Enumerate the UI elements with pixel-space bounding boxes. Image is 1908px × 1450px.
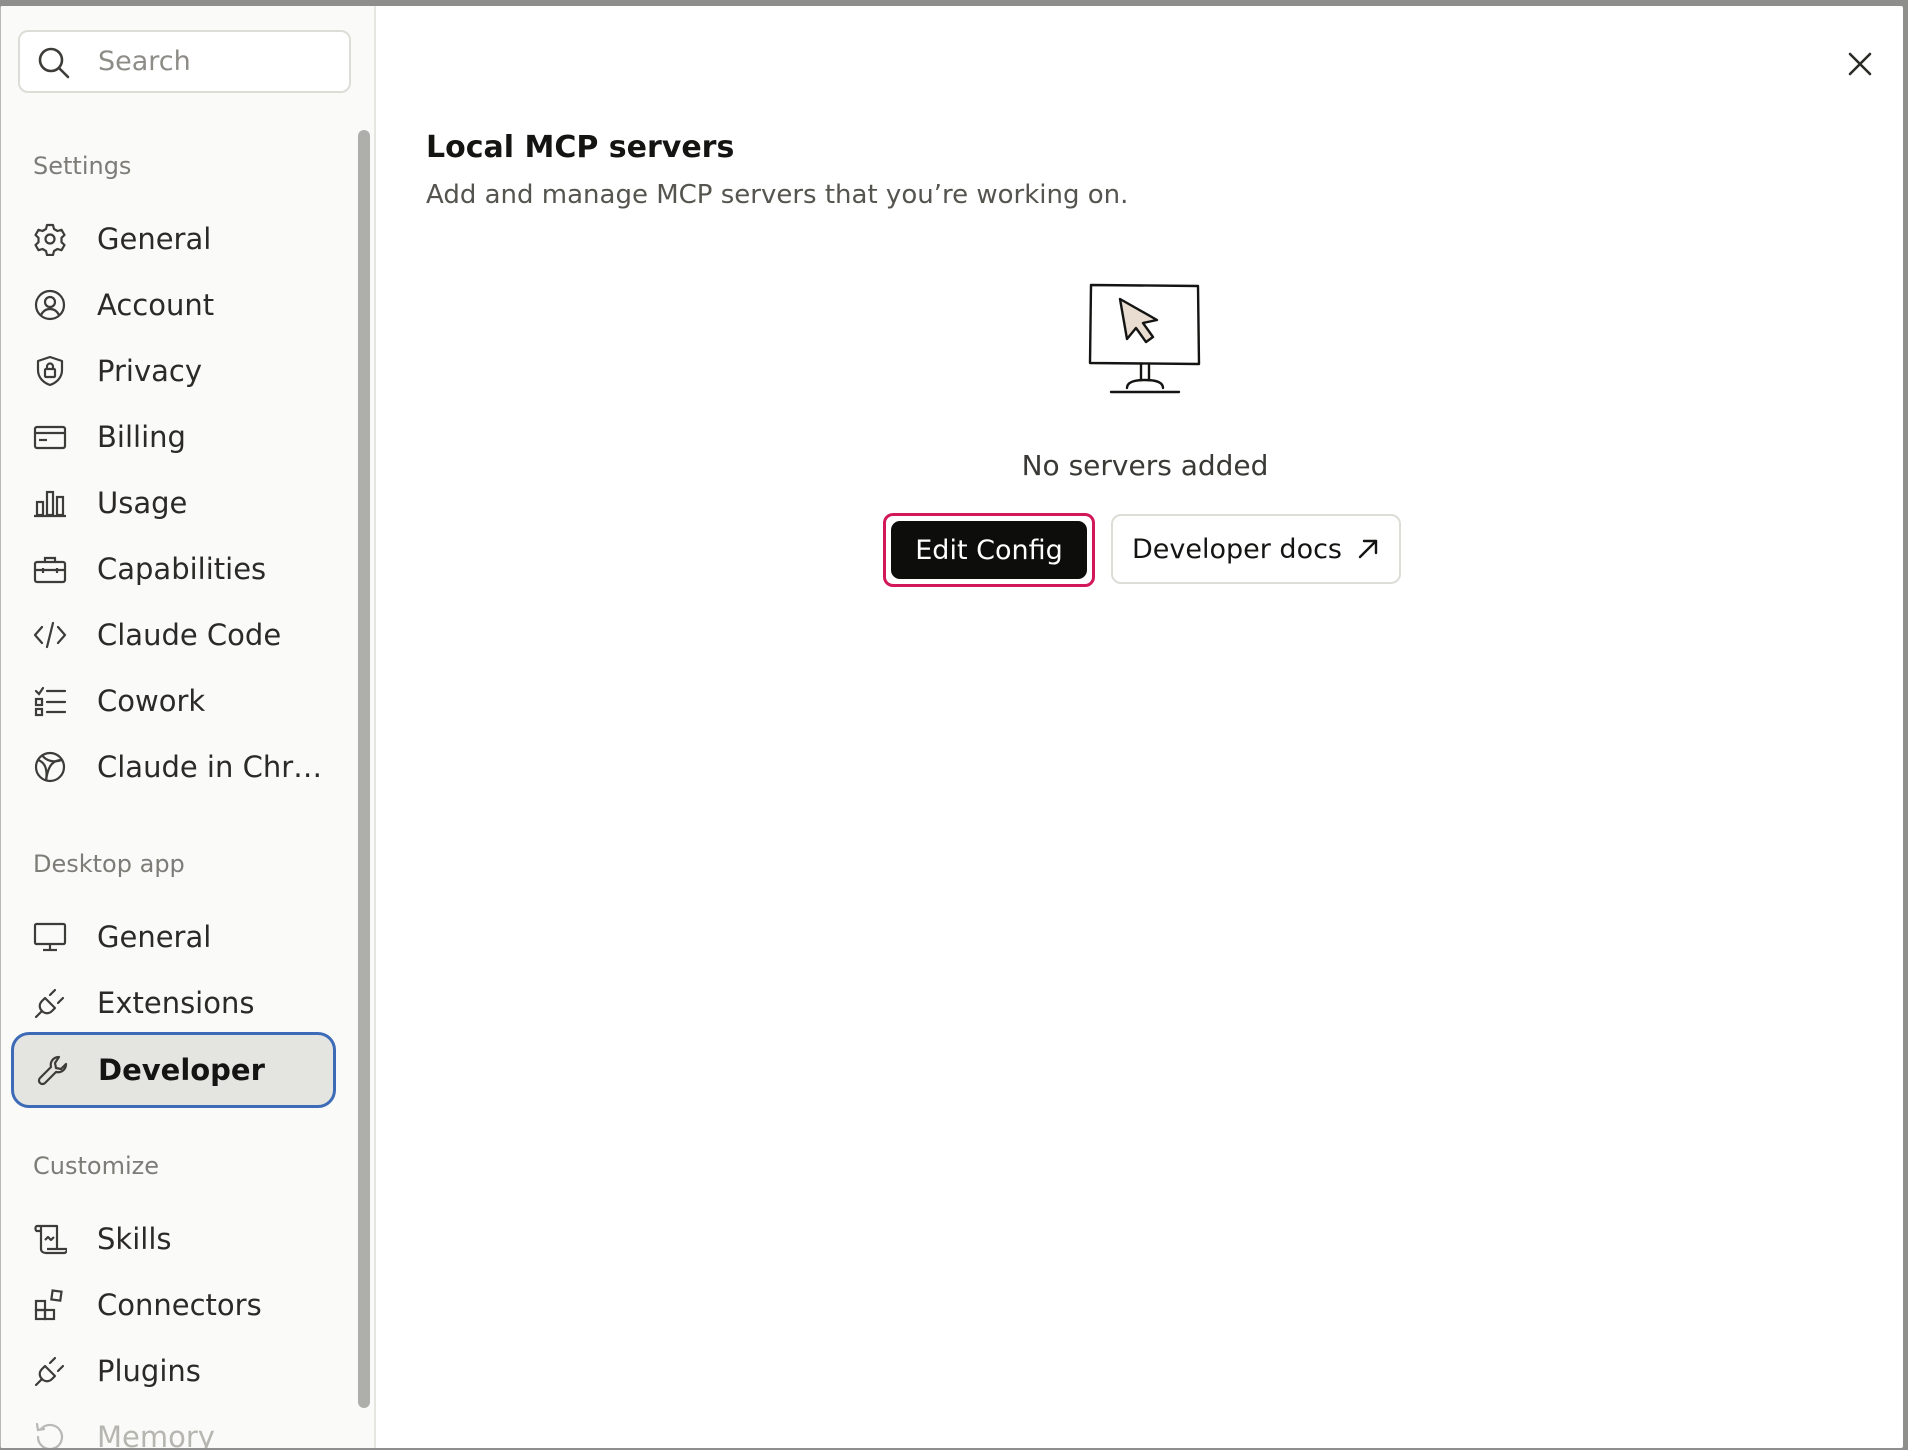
globe-icon [34,751,66,783]
sidebar-item-label: Memory [97,1420,215,1448]
monitor-icon [33,922,67,952]
plug-icon [34,1356,65,1387]
sidebar-item-connectors[interactable]: Connectors [14,1274,334,1336]
search-input[interactable] [98,32,338,91]
sidebar-item-claude-in-chrome[interactable]: Claude in Chr… [14,736,334,798]
sidebar-item-label: Extensions [97,986,255,1020]
section-label-settings: Settings [33,152,132,180]
section-label-desktop-app: Desktop app [33,850,185,878]
search-icon [38,47,70,79]
sidebar-item-developer[interactable]: Developer [11,1032,336,1108]
checklist-icon [34,686,67,717]
code-brackets-icon [33,621,67,649]
external-link-arrow-icon [1358,539,1378,559]
sidebar-item-cowork[interactable]: Cowork [14,670,334,732]
sidebar-item-label: Capabilities [97,552,267,586]
sidebar-item-claude-code[interactable]: Claude Code [14,604,334,666]
scroll-icon [34,1224,67,1255]
sidebar-item-label: Account [97,288,215,322]
sidebar-item-desktop-general[interactable]: General [14,906,334,968]
bar-chart-icon [34,490,66,518]
sidebar-item-label: Plugins [97,1354,201,1388]
monitor-cursor-illustration [1088,283,1201,394]
sidebar-scrollbar-thumb[interactable] [358,130,370,1408]
sidebar-item-label: Skills [97,1222,172,1256]
sidebar-scrollbar[interactable] [358,124,370,1410]
sidebar-item-label: General [97,920,212,954]
sidebar-item-label: Developer [98,1053,265,1087]
wrench-icon [37,1055,68,1086]
user-circle-icon [34,289,66,321]
developer-docs-button[interactable]: Developer docs [1111,514,1401,584]
main-content: Local MCP servers Add and manage MCP ser… [378,6,1903,1448]
sidebar-item-label: Billing [97,420,186,454]
briefcase-icon [33,556,67,584]
search-box[interactable] [18,30,351,93]
sidebar-item-capabilities[interactable]: Capabilities [14,538,334,600]
edit-config-button[interactable]: Edit Config [891,521,1087,579]
empty-state-text: No servers added [1021,449,1269,482]
sidebar-item-label: Privacy [97,354,202,388]
sidebar-item-label: Claude in Chr… [97,750,323,784]
sidebar-item-label: Cowork [97,684,206,718]
sidebar-item-skills[interactable]: Skills [14,1208,334,1270]
settings-window: Settings General Account Privacy [0,6,1903,1448]
sidebar-item-label: General [97,222,212,256]
settings-sidebar: Settings General Account Privacy [1,6,376,1448]
sidebar-item-label: Usage [97,486,188,520]
page-subtitle: Add and manage MCP servers that you’re w… [426,180,1129,210]
history-icon [35,1422,64,1448]
blocks-icon [34,1289,63,1321]
close-icon[interactable] [1840,44,1880,84]
sidebar-item-label: Connectors [97,1288,262,1322]
sidebar-item-billing[interactable]: Billing [14,406,334,468]
sidebar-item-plugins[interactable]: Plugins [14,1340,334,1402]
plug-icon [34,988,65,1019]
developer-docs-label: Developer docs [1131,533,1342,565]
page-title: Local MCP servers [426,130,735,165]
credit-card-icon [33,425,67,450]
sidebar-item-label: Claude Code [97,618,282,652]
sidebar-item-extensions[interactable]: Extensions [14,972,334,1034]
sidebar-item-general[interactable]: General [14,208,334,270]
section-label-customize: Customize [33,1152,159,1180]
sidebar-item-privacy[interactable]: Privacy [14,340,334,402]
shield-lock-icon [36,355,64,387]
sidebar-item-usage[interactable]: Usage [14,472,334,534]
gear-icon [34,223,66,256]
sidebar-item-account[interactable]: Account [14,274,334,336]
sidebar-item-memory[interactable]: Memory [14,1406,334,1448]
